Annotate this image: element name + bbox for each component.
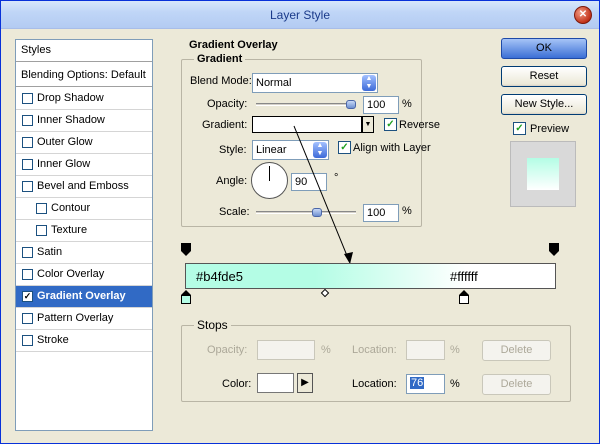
stop-opacity-location-unit: %	[450, 344, 460, 356]
opacity-stop-left[interactable]	[181, 243, 191, 257]
delete-color-stop-button[interactable]: Delete	[482, 374, 551, 395]
delete-opacity-stop-button[interactable]: Delete	[482, 340, 551, 361]
stop-color-label: Color:	[222, 378, 252, 390]
stop-color-location-input[interactable]: 76	[406, 374, 445, 394]
stop-color-swatch[interactable]	[257, 373, 294, 393]
stop-opacity-location-input	[406, 340, 445, 360]
stop-color-location-value: 76	[410, 377, 425, 389]
stop-color-location-label: Location:	[352, 378, 397, 390]
color-stop-left[interactable]	[181, 290, 191, 304]
opacity-stop-right[interactable]	[549, 243, 559, 257]
gradient-end-color-label: #ffffff	[450, 269, 478, 284]
stops-group-label: Stops	[194, 318, 231, 332]
stop-opacity-location-label: Location:	[352, 344, 397, 356]
gradient-bar[interactable]: #b4fde5 #ffffff	[185, 263, 556, 289]
stop-opacity-unit: %	[321, 344, 331, 356]
stop-opacity-input	[257, 340, 315, 360]
color-menu-arrow-icon[interactable]: ▶	[297, 373, 313, 393]
layer-style-dialog: Layer Style ✕ Styles Blending Options: D…	[0, 0, 600, 444]
stop-opacity-label: Opacity:	[207, 344, 248, 356]
stop-color-location-unit: %	[450, 378, 460, 390]
color-stop-right[interactable]	[459, 290, 469, 304]
gradient-start-color-label: #b4fde5	[196, 269, 243, 284]
